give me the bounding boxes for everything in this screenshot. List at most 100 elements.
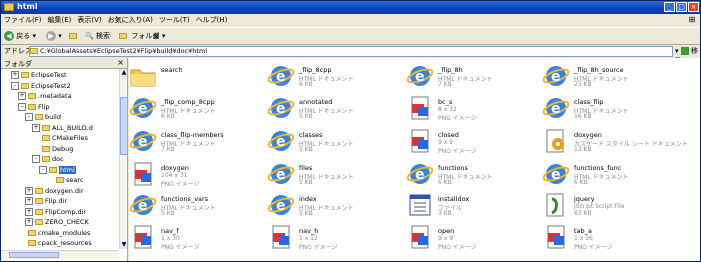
folders-icon (119, 33, 127, 39)
expand-toggle-icon[interactable]: - (32, 155, 40, 163)
file-tile[interactable]: e functions_func HTML ドキュメント 6 KB (542, 158, 672, 192)
file-size: 6 KB (161, 113, 175, 120)
back-button[interactable]: ◀ 戻る ▾ (4, 30, 36, 42)
file-tile[interactable]: e annotated HTML ドキュメント 5 KB (267, 92, 397, 126)
file-name: _flip_8h_source (574, 66, 624, 74)
expand-toggle-icon[interactable]: - (18, 102, 26, 111)
file-size: PNG イメージ (574, 244, 613, 251)
folder-tree-item[interactable]: CMakeFiles (32, 134, 88, 143)
file-tile[interactable]: e functions_vars HTML ドキュメント 5 KB (129, 189, 259, 223)
up-folder-button[interactable] (69, 30, 79, 42)
file-tile[interactable]: e _flip_8h HTML ドキュメント 7 KB (406, 60, 536, 94)
expand-toggle-icon[interactable]: + (25, 197, 33, 205)
file-tile[interactable]: doxygen 104 x 31 PNG イメージ (129, 158, 259, 192)
menu-edit[interactable]: 編集(E) (45, 15, 75, 26)
expand-toggle-icon[interactable]: + (25, 207, 33, 216)
folder-tree-item[interactable]: + ALL_BUILD.d (32, 123, 93, 133)
forward-button[interactable]: ▶ ▾ (46, 30, 62, 42)
file-tile[interactable]: e index HTML ドキュメント 5 KB (267, 189, 397, 223)
file-size: PNG イメージ (299, 244, 338, 251)
folder-tree-item[interactable]: cmake_modules (18, 229, 90, 238)
scroll-thumb[interactable] (9, 252, 59, 258)
menu-help[interactable]: ヘルプ(H) (193, 15, 231, 26)
png-image-icon (406, 127, 434, 155)
scroll-up-icon[interactable]: ▲ (120, 69, 127, 77)
html-document-icon: e (542, 94, 570, 122)
file-tile[interactable]: e _flip_8h_source HTML ドキュメント 25 KB (542, 60, 672, 94)
folder-tree-item[interactable]: Debug (32, 145, 73, 154)
folder-tree-item[interactable]: - html (39, 165, 76, 175)
folder-icon (28, 103, 36, 110)
html-document-icon: e (542, 62, 570, 90)
file-tile[interactable]: e _flip_8cpp HTML ドキュメント 6 KB (267, 60, 397, 94)
file-size: 5 KB (299, 179, 313, 186)
folder-pane-title: フォルダ (4, 60, 32, 68)
file-tile[interactable]: closed 9 x 9 PNG イメージ (406, 125, 536, 159)
menu-tools[interactable]: ツール(T) (156, 15, 193, 26)
folder-tree-item[interactable]: - Flip (18, 102, 49, 112)
expand-toggle-icon[interactable]: + (11, 71, 19, 79)
folder-icon (42, 145, 50, 152)
expand-toggle-icon[interactable]: - (39, 165, 47, 174)
folder-tree-item[interactable]: + FlipComp.dir (25, 207, 86, 217)
menu-file[interactable]: ファイル(F) (1, 15, 45, 26)
folder-tree-item[interactable]: - EclipseTest2 (11, 81, 71, 91)
file-tile[interactable]: open 9 x 9 PNG イメージ (406, 221, 536, 255)
folder-tree-item[interactable]: + .metadata (18, 92, 72, 101)
file-name: nav_h (299, 227, 319, 235)
file-tile[interactable]: search (129, 60, 259, 94)
address-input[interactable]: C:¥GlobalAssets¥EclipseTest2¥Flip¥build¥… (29, 46, 673, 57)
scroll-down-icon[interactable]: ▼ (120, 241, 127, 249)
expand-toggle-icon[interactable]: + (25, 218, 33, 226)
folder-vertical-scrollbar[interactable]: ▲ ▼ (119, 69, 127, 249)
minimize-button[interactable]: _ (664, 2, 675, 12)
expand-toggle-icon[interactable]: - (25, 113, 33, 121)
file-name: tab_a (574, 227, 592, 235)
expand-toggle-icon[interactable]: + (32, 123, 40, 132)
folder-tree-item[interactable]: searc (46, 176, 83, 185)
expand-toggle-icon[interactable]: - (11, 81, 19, 90)
expand-toggle-icon[interactable]: + (18, 92, 26, 100)
close-button[interactable]: × (688, 2, 699, 12)
folder-tree-item[interactable]: - build (25, 113, 61, 122)
file-tile[interactable]: installdox ファイル 3 KB (406, 189, 536, 223)
folder-pane-close-icon[interactable]: × (117, 58, 124, 67)
file-tile[interactable]: doxygen カスケード スタイル シート ドキュメント 13 KB (542, 125, 688, 159)
scroll-thumb[interactable] (120, 97, 127, 155)
html-document-icon: e (267, 62, 295, 90)
folder-tree-item[interactable]: + ZERO_CHECK (25, 218, 89, 227)
file-tile[interactable]: e class_flip-members HTML ドキュメント 7 KB (129, 125, 259, 159)
file-tile[interactable]: nav_h 1 x 12 PNG イメージ (267, 221, 397, 255)
folder-tree-label: .metadata (38, 92, 72, 100)
folder-tree-item[interactable]: + doxygen.dir (25, 186, 84, 196)
folder-icon (42, 156, 50, 162)
folder-tree-item[interactable]: - doc (32, 155, 64, 164)
file-name: _flip_8cpp (299, 66, 332, 74)
menu-view[interactable]: 表示(V) (74, 15, 104, 26)
maximize-button[interactable]: □ (676, 2, 687, 12)
folder-tree-item[interactable]: cpack_resources (18, 239, 92, 248)
file-tile[interactable]: nav_f 1 x 30 PNG イメージ (129, 221, 259, 255)
file-type: JScript Script File (574, 203, 625, 210)
title-bar[interactable]: html _ □ × (1, 1, 700, 14)
folder-tree-item[interactable]: + EclipseTest (11, 71, 67, 80)
menu-favorites[interactable]: お気に入り(A) (105, 15, 156, 26)
view-button[interactable]: ▦ ▾ (153, 30, 165, 42)
folder-icon (35, 198, 43, 204)
file-tile[interactable]: tab_a 1 x 36 PNG イメージ (542, 221, 672, 255)
folder-tree-item[interactable]: + Flip.dir (25, 197, 67, 206)
file-tile[interactable]: jquery JScript Script File 63 KB (542, 189, 672, 223)
expand-toggle-icon[interactable]: + (25, 186, 33, 195)
file-size: 7 KB (438, 81, 452, 88)
search-button[interactable]: 🔍 検索 (85, 30, 110, 42)
folder-horizontal-scrollbar[interactable] (1, 250, 119, 259)
file-tile[interactable]: e classes HTML ドキュメント 5 KB (267, 125, 397, 159)
file-tile[interactable]: e functions HTML ドキュメント 6 KB (406, 158, 536, 192)
file-tile[interactable]: e class_flip HTML ドキュメント 16 KB (542, 92, 672, 126)
file-size: 6 KB (574, 179, 588, 186)
html-document-icon: e (267, 191, 295, 219)
file-tile[interactable]: bc_s 8 x 32 PNG イメージ (406, 92, 536, 126)
file-size: 63 KB (574, 210, 592, 217)
file-tile[interactable]: e _flip_comp_8cpp HTML ドキュメント 6 KB (129, 92, 259, 126)
file-tile[interactable]: e files HTML ドキュメント 5 KB (267, 158, 397, 192)
